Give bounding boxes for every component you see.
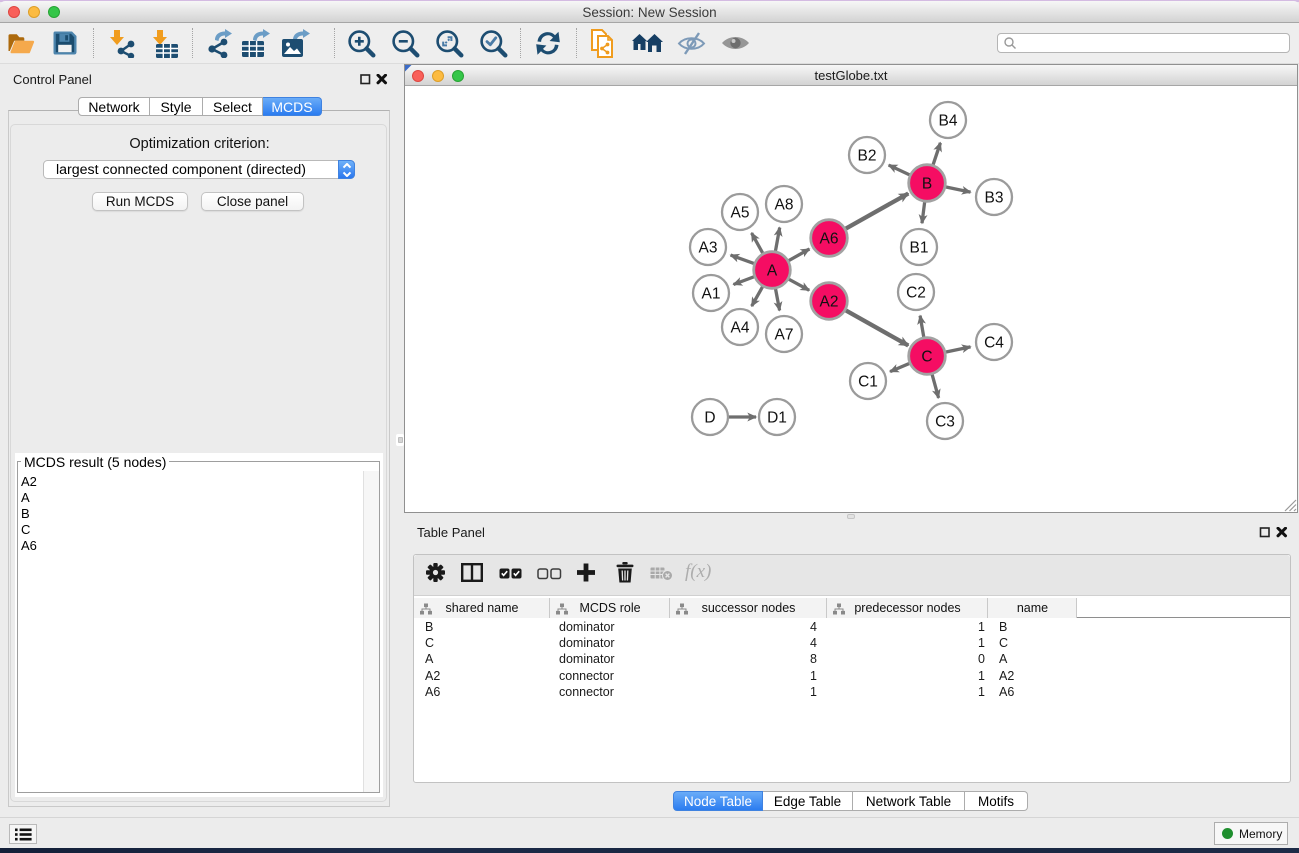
- svg-text:B: B: [922, 176, 932, 193]
- svg-text:A8: A8: [775, 197, 794, 214]
- svg-text:A3: A3: [699, 240, 718, 257]
- svg-text:C2: C2: [906, 285, 926, 302]
- svg-text:A: A: [767, 263, 778, 280]
- svg-text:B3: B3: [985, 190, 1004, 207]
- svg-text:A1: A1: [702, 286, 721, 303]
- svg-text:B1: B1: [910, 240, 929, 257]
- svg-text:A4: A4: [731, 320, 750, 337]
- svg-text:A7: A7: [775, 327, 794, 344]
- svg-text:D: D: [704, 410, 715, 427]
- svg-text:C1: C1: [858, 374, 878, 391]
- svg-text:C3: C3: [935, 414, 955, 431]
- svg-text:D1: D1: [767, 410, 787, 427]
- svg-text:A5: A5: [731, 205, 750, 222]
- svg-text:B2: B2: [858, 148, 877, 165]
- svg-text:C: C: [921, 349, 932, 366]
- svg-text:A6: A6: [820, 231, 839, 248]
- svg-text:B4: B4: [939, 113, 958, 130]
- svg-text:C4: C4: [984, 335, 1004, 352]
- svg-text:A2: A2: [820, 294, 839, 311]
